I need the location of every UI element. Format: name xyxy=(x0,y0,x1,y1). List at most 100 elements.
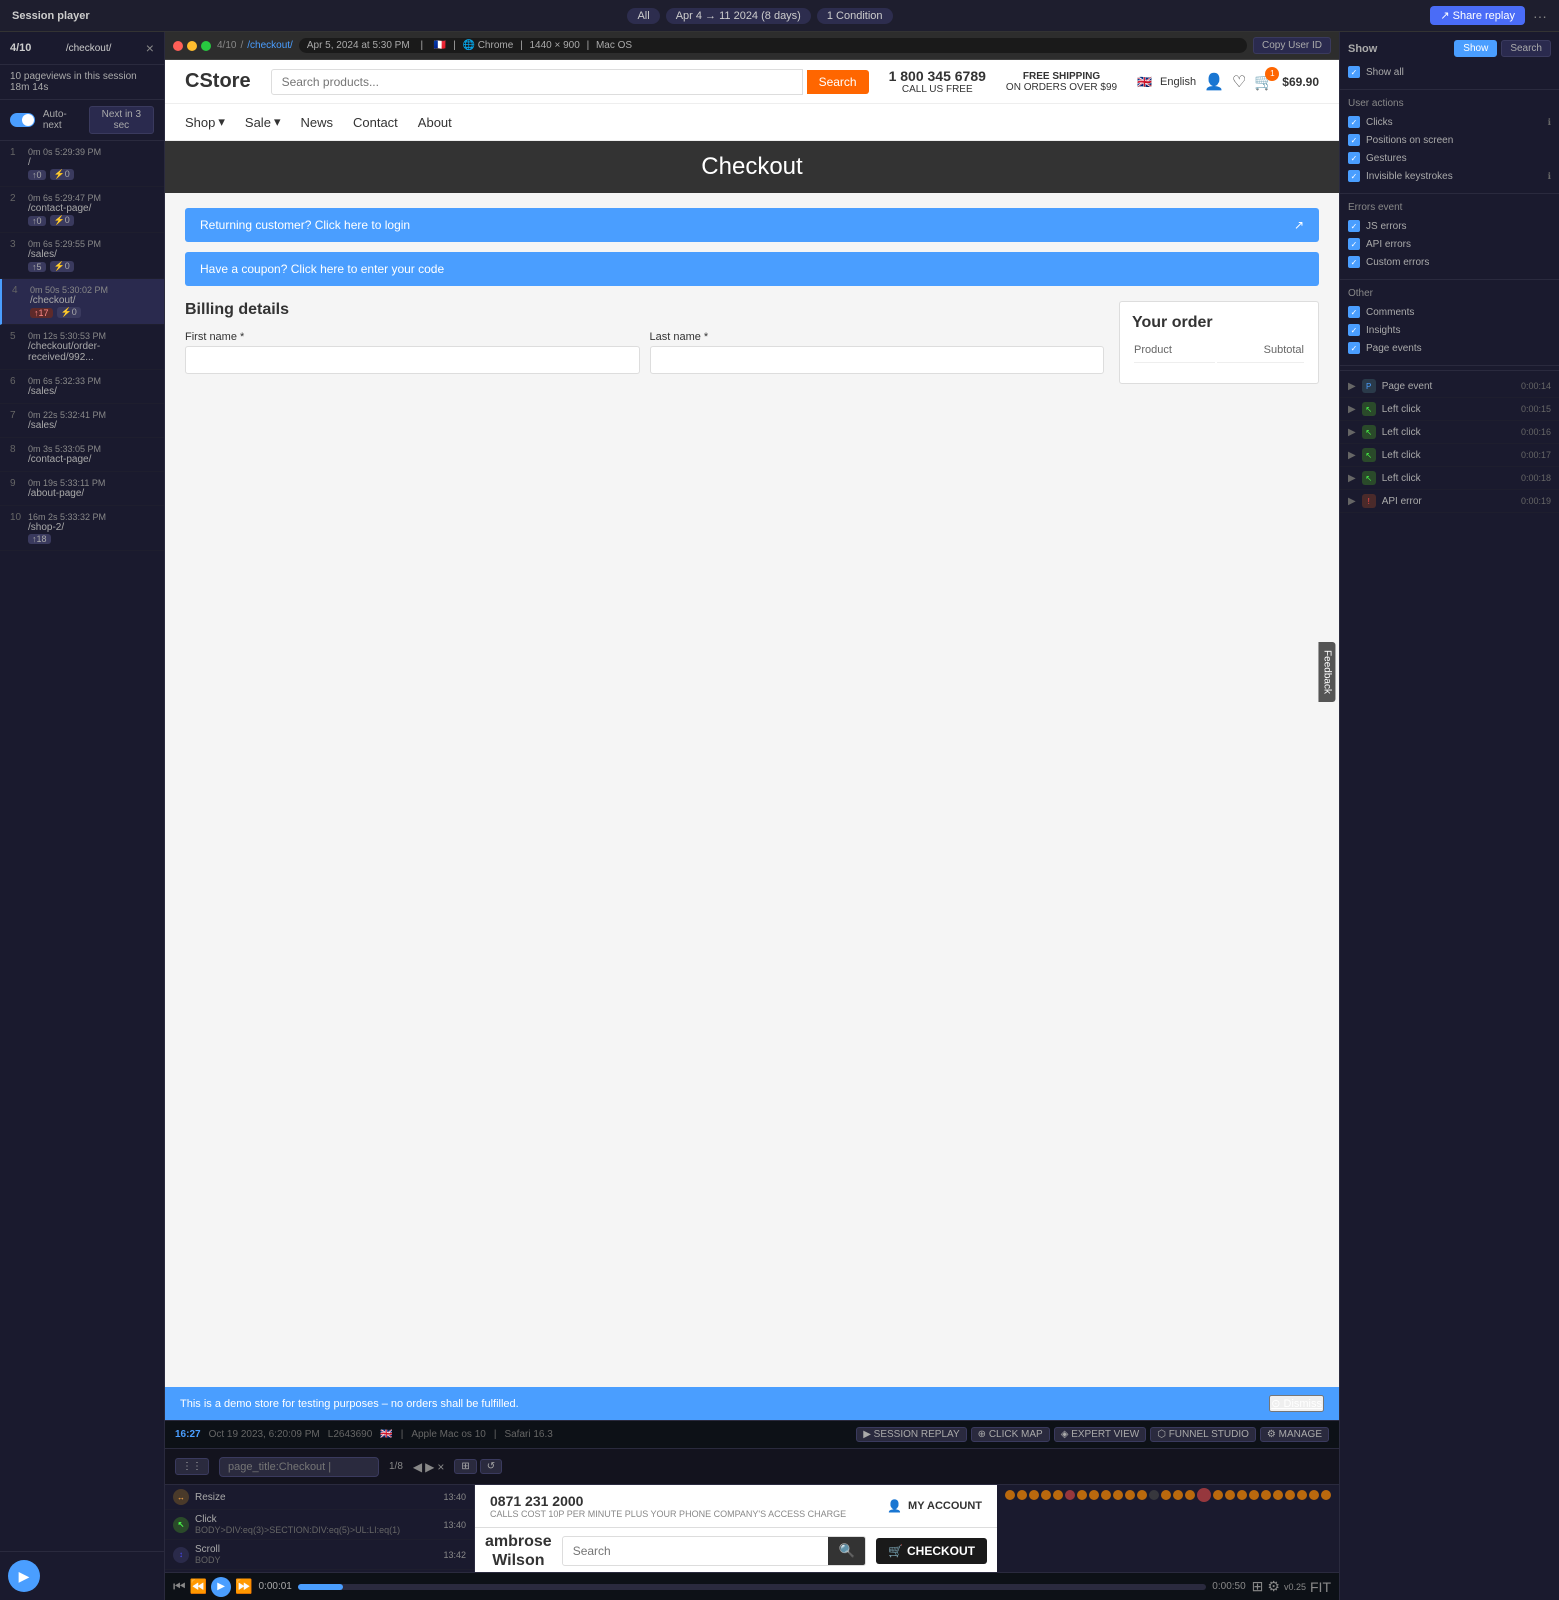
page-item-1[interactable]: 1 0m 0s 5:29:39 PM / ↑0 ⚡0 xyxy=(0,141,164,187)
feedback-tab[interactable]: Feedback xyxy=(1319,642,1336,702)
tr-event-6[interactable]: ▶ ! API error 0:00:19 xyxy=(1340,490,1559,513)
skip-back-button[interactable]: ⏮ xyxy=(173,1578,186,1595)
timeline-dot-25[interactable] xyxy=(1297,1490,1307,1500)
refresh-button[interactable]: ↺ xyxy=(480,1459,502,1474)
nav-news[interactable]: News xyxy=(300,105,333,140)
gestures-checkbox[interactable]: ✓ xyxy=(1348,152,1360,164)
dismiss-button[interactable]: ⊙ Dismiss xyxy=(1269,1395,1324,1412)
page-item-9[interactable]: 9 0m 19s 5:33:11 PM /about-page/ xyxy=(0,472,164,506)
next-button[interactable]: Next in 3 sec xyxy=(89,106,154,134)
screen-icon-button[interactable]: ⊞ xyxy=(1252,1578,1264,1595)
settings-playback-button[interactable]: ⚙ xyxy=(1267,1578,1280,1595)
next-search-button[interactable]: ▶ xyxy=(425,1460,434,1474)
manage-nav-button[interactable]: ⚙ MANAGE xyxy=(1260,1427,1329,1442)
invisible-keystrokes-checkbox[interactable]: ✓ xyxy=(1348,170,1360,182)
tr-event-5[interactable]: ▶ ↖ Left click 0:00:18 xyxy=(1340,467,1559,490)
comments-item[interactable]: ✓ Comments xyxy=(1348,303,1551,321)
timeline-dot-8[interactable] xyxy=(1089,1490,1099,1500)
resize-handle[interactable]: ⋮⋮ xyxy=(175,1458,209,1475)
auto-next-toggle[interactable] xyxy=(10,113,35,127)
custom-errors-checkbox[interactable]: ✓ xyxy=(1348,256,1360,268)
positions-checkbox[interactable]: ✓ xyxy=(1348,134,1360,146)
step-back-button[interactable]: ⏪ xyxy=(190,1578,207,1595)
comments-checkbox[interactable]: ✓ xyxy=(1348,306,1360,318)
api-errors-checkbox[interactable]: ✓ xyxy=(1348,238,1360,250)
page-events-item[interactable]: ✓ Page events xyxy=(1348,339,1551,357)
timeline-dot-3[interactable] xyxy=(1029,1490,1039,1500)
timeline-dot-2[interactable] xyxy=(1017,1490,1027,1500)
page-item-6[interactable]: 6 0m 6s 5:32:33 PM /sales/ xyxy=(0,370,164,404)
timeline-dot-17[interactable] xyxy=(1197,1488,1211,1502)
nav-shop[interactable]: Shop ▾ xyxy=(185,104,225,140)
prev-search-button[interactable]: ◀ xyxy=(413,1460,422,1474)
page-events-checkbox[interactable]: ✓ xyxy=(1348,342,1360,354)
timeline-dot-1[interactable] xyxy=(1005,1490,1015,1500)
insights-checkbox[interactable]: ✓ xyxy=(1348,324,1360,336)
session-replay-nav-button[interactable]: ▶ SESSION REPLAY xyxy=(856,1427,966,1442)
url-bar[interactable]: Apr 5, 2024 at 5:30 PM | 🇫🇷 | 🌐 Chrome |… xyxy=(299,38,1247,53)
page-item-3[interactable]: 3 0m 6s 5:29:55 PM /sales/ ↑5⚡0 xyxy=(0,233,164,279)
more-options-button[interactable]: ··· xyxy=(1533,8,1547,24)
timeline-dot-15[interactable] xyxy=(1173,1490,1183,1500)
wishlist-icon[interactable]: ♡ xyxy=(1232,72,1246,92)
event-resize-1[interactable]: ↔ Resize 13:40 xyxy=(165,1485,474,1510)
show-all-checkbox[interactable]: ✓ xyxy=(1348,66,1360,78)
api-errors-item[interactable]: ✓ API errors xyxy=(1348,235,1551,253)
search-panel-button[interactable]: Search xyxy=(1501,40,1551,57)
first-name-input[interactable] xyxy=(185,346,640,374)
custom-errors-item[interactable]: ✓ Custom errors xyxy=(1348,253,1551,271)
aw-search-input[interactable] xyxy=(563,1538,829,1564)
tab-date[interactable]: Apr 4 → 11 2024 (8 days) xyxy=(666,8,811,24)
gestures-item[interactable]: ✓ Gestures xyxy=(1348,149,1551,167)
account-icon[interactable]: 👤 xyxy=(1204,72,1224,92)
event-click-1[interactable]: ↖ Click BODY>DIV:eq(3)>SECTION:DIV:eq(5)… xyxy=(165,1510,474,1540)
timeline-dot-6[interactable] xyxy=(1065,1490,1075,1500)
page-item-10[interactable]: 10 16m 2s 5:33:32 PM /shop-2/ ↑18 xyxy=(0,506,164,551)
tr-event-3[interactable]: ▶ ↖ Left click 0:00:16 xyxy=(1340,421,1559,444)
timeline-dot-21[interactable] xyxy=(1249,1490,1259,1500)
timeline-dot-27[interactable] xyxy=(1321,1490,1331,1500)
cart-icon[interactable]: 🛒 1 xyxy=(1254,72,1274,92)
timeline-dot-24[interactable] xyxy=(1285,1490,1295,1500)
click-map-nav-button[interactable]: ⊕ CLICK MAP xyxy=(971,1427,1050,1442)
coupon-banner[interactable]: Have a coupon? Click here to enter your … xyxy=(185,252,1319,286)
page-item-2[interactable]: 2 0m 6s 5:29:47 PM /contact-page/ ↑0⚡0 xyxy=(0,187,164,233)
timeline-dot-5[interactable] xyxy=(1053,1490,1063,1500)
timeline-dot-13[interactable] xyxy=(1149,1490,1159,1500)
analytics-search-input[interactable] xyxy=(219,1457,379,1477)
returning-banner[interactable]: Returning customer? Click here to login … xyxy=(185,208,1319,242)
tab-all[interactable]: All xyxy=(627,8,659,24)
copy-user-id-button[interactable]: Copy User ID xyxy=(1253,37,1331,54)
playback-timeline[interactable] xyxy=(298,1584,1206,1590)
session-icon[interactable]: ▶ xyxy=(8,1560,40,1592)
clicks-info[interactable]: ℹ xyxy=(1548,117,1551,128)
timeline-dot-10[interactable] xyxy=(1113,1490,1123,1500)
event-scroll-1[interactable]: ↕ Scroll BODY 13:42 xyxy=(165,1540,474,1570)
filter-button[interactable]: ⊞ xyxy=(454,1459,476,1474)
zoom-fit-button[interactable]: FIT xyxy=(1310,1579,1331,1595)
search-button[interactable]: Search xyxy=(807,70,869,94)
invisible-keystrokes-info[interactable]: ℹ xyxy=(1548,171,1551,182)
nav-contact[interactable]: Contact xyxy=(353,105,398,140)
nav-sale[interactable]: Sale ▾ xyxy=(245,104,281,140)
js-errors-item[interactable]: ✓ JS errors xyxy=(1348,217,1551,235)
tab-condition[interactable]: 1 Condition xyxy=(817,8,893,24)
timeline-dot-23[interactable] xyxy=(1273,1490,1283,1500)
aw-search-button[interactable]: 🔍 xyxy=(828,1537,865,1565)
timeline-dot-11[interactable] xyxy=(1125,1490,1135,1500)
tr-event-1[interactable]: ▶ P Page event 0:00:14 xyxy=(1340,375,1559,398)
page-item-8[interactable]: 8 0m 3s 5:33:05 PM /contact-page/ xyxy=(0,438,164,472)
timeline-dot-14[interactable] xyxy=(1161,1490,1171,1500)
tr-event-4[interactable]: ▶ ↖ Left click 0:00:17 xyxy=(1340,444,1559,467)
clicks-item[interactable]: ✓ Clicks ℹ xyxy=(1348,113,1551,131)
step-forward-button[interactable]: ⏩ xyxy=(235,1578,252,1595)
timeline-dot-7[interactable] xyxy=(1077,1490,1087,1500)
show-all-item[interactable]: ✓ Show all xyxy=(1348,63,1551,81)
play-button[interactable]: ▶ xyxy=(211,1577,231,1597)
timeline-dot-4[interactable] xyxy=(1041,1490,1051,1500)
js-errors-checkbox[interactable]: ✓ xyxy=(1348,220,1360,232)
timeline-dot-18[interactable] xyxy=(1213,1490,1223,1500)
page-item-4[interactable]: 4 0m 50s 5:30:02 PM /checkout/ ↑17⚡0 xyxy=(0,279,164,325)
timeline-dot-16[interactable] xyxy=(1185,1490,1195,1500)
aw-checkout-button[interactable]: 🛒 CHECKOUT xyxy=(876,1538,987,1564)
